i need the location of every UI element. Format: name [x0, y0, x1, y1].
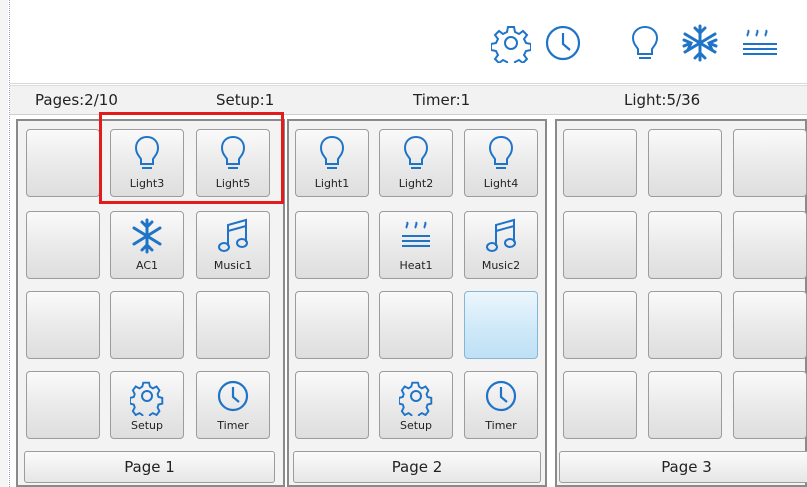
tile-light3[interactable]: Light3: [110, 129, 184, 197]
tile-empty[interactable]: [648, 291, 722, 359]
tile-label: Timer: [485, 419, 517, 432]
page-panel-2: Light1 Light2 Light4 Heat1 Music2 Setup Timer P…: [287, 119, 547, 487]
tile-empty[interactable]: [733, 371, 807, 439]
window-left-edge: [0, 0, 8, 487]
tile-light4[interactable]: Light4: [464, 129, 538, 197]
tile-label: Light1: [314, 177, 350, 190]
bulb-icon[interactable]: [624, 22, 666, 64]
tile-music1[interactable]: Music1: [196, 211, 270, 279]
tile-setup[interactable]: Setup: [110, 371, 184, 439]
tile-empty[interactable]: [733, 291, 807, 359]
tile-heat1[interactable]: Heat1: [379, 211, 453, 279]
heat-icon: [380, 216, 452, 256]
tile-light5[interactable]: Light5: [196, 129, 270, 197]
clock-icon: [465, 376, 537, 416]
bulb-icon: [296, 134, 368, 174]
bulb-icon: [380, 134, 452, 174]
tile-light2[interactable]: Light2: [379, 129, 453, 197]
timer-status: Timer:1: [413, 91, 471, 109]
snowflake-icon[interactable]: [679, 22, 721, 64]
page-button-2[interactable]: Page 2: [293, 451, 541, 483]
tile-timer[interactable]: Timer: [196, 371, 270, 439]
tile-empty[interactable]: [26, 129, 100, 197]
tile-empty[interactable]: [464, 291, 538, 359]
tile-label: Light2: [398, 177, 434, 190]
page-panel-3: Page 3: [555, 119, 807, 487]
tile-light1[interactable]: Light1: [295, 129, 369, 197]
tile-setup[interactable]: Setup: [379, 371, 453, 439]
tile-empty[interactable]: [379, 291, 453, 359]
tile-empty[interactable]: [295, 211, 369, 279]
music-icon: [197, 216, 269, 256]
tile-empty[interactable]: [648, 371, 722, 439]
tile-label: AC1: [135, 259, 158, 272]
tile-label: Heat1: [399, 259, 433, 272]
page-panel-1: Light3 Light5 AC1 Music1 Setup Timer Page 1: [16, 119, 285, 487]
page-button-3[interactable]: Page 3: [559, 451, 807, 483]
clock-icon[interactable]: [542, 22, 584, 64]
tile-label: Setup: [399, 419, 433, 432]
top-toolbar: [10, 0, 807, 84]
tile-label: Light5: [215, 177, 251, 190]
tile-timer[interactable]: Timer: [464, 371, 538, 439]
music-icon: [465, 216, 537, 256]
tile-empty[interactable]: [295, 291, 369, 359]
tile-empty[interactable]: [563, 129, 637, 197]
status-bar: Pages:2/10 Setup:1 Timer:1 Light:5/36: [10, 85, 807, 115]
tile-empty[interactable]: [733, 211, 807, 279]
tile-ac1[interactable]: AC1: [110, 211, 184, 279]
tile-empty[interactable]: [563, 211, 637, 279]
bulb-icon: [111, 134, 183, 174]
bulb-icon: [465, 134, 537, 174]
gear-icon: [380, 376, 452, 416]
tile-label: Timer: [217, 419, 249, 432]
bulb-icon: [197, 134, 269, 174]
tile-empty[interactable]: [563, 291, 637, 359]
tile-label: Setup: [130, 419, 164, 432]
tile-empty[interactable]: [563, 371, 637, 439]
tile-label: Light3: [129, 177, 165, 190]
tile-empty[interactable]: [26, 211, 100, 279]
snowflake-icon: [111, 216, 183, 256]
tile-empty[interactable]: [733, 129, 807, 197]
tile-label: Music2: [481, 259, 521, 272]
tile-empty[interactable]: [26, 371, 100, 439]
tile-music2[interactable]: Music2: [464, 211, 538, 279]
tile-empty[interactable]: [295, 371, 369, 439]
tile-empty[interactable]: [26, 291, 100, 359]
setup-status: Setup:1: [216, 91, 275, 109]
gear-icon: [111, 376, 183, 416]
tile-label: Light4: [483, 177, 519, 190]
clock-icon: [197, 376, 269, 416]
tile-label: Music1: [213, 259, 253, 272]
light-status: Light:5/36: [624, 91, 701, 109]
page-button-1[interactable]: Page 1: [24, 451, 275, 483]
pages-status: Pages:2/10: [35, 91, 118, 109]
tile-empty[interactable]: [648, 129, 722, 197]
tile-empty[interactable]: [110, 291, 184, 359]
tile-empty[interactable]: [648, 211, 722, 279]
heat-icon[interactable]: [738, 22, 780, 64]
tile-empty[interactable]: [196, 291, 270, 359]
gear-icon[interactable]: [490, 22, 532, 64]
